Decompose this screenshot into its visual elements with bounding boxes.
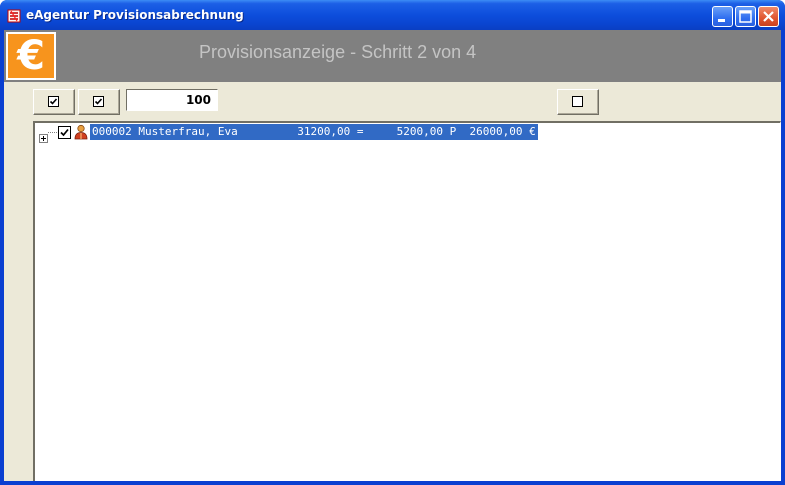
- toolbar: 100: [33, 85, 781, 119]
- checkbox-checked-icon: [48, 96, 59, 107]
- euro-logo: €: [6, 32, 56, 80]
- check-selected-button[interactable]: [78, 89, 120, 115]
- title-bar[interactable]: eAgentur Provisionsabrechnung: [0, 0, 785, 30]
- window-title: eAgentur Provisionsabrechnung: [26, 8, 244, 22]
- euro-icon: €: [17, 33, 45, 79]
- person-icon: [73, 124, 89, 140]
- maximize-button[interactable]: [735, 6, 756, 27]
- uncheck-all-button[interactable]: [557, 89, 599, 115]
- percent-input[interactable]: 100: [126, 89, 218, 111]
- checkbox-checked-icon: [93, 96, 104, 107]
- tree-row-label[interactable]: 000002 Musterfrau, Eva 31200,00 = 5200,0…: [90, 124, 538, 140]
- check-all-button[interactable]: [33, 89, 75, 115]
- tree-connector: [48, 132, 57, 133]
- checkbox-empty-icon: [572, 96, 583, 107]
- plus-expander-icon[interactable]: [39, 128, 48, 143]
- maximize-icon: [739, 10, 752, 23]
- minimize-icon: [718, 19, 725, 22]
- close-button[interactable]: [758, 6, 779, 27]
- app-calc-icon[interactable]: [7, 8, 21, 23]
- header-band: € Provisionsanzeige - Schritt 2 von 4: [4, 30, 781, 82]
- close-icon: [763, 11, 774, 22]
- step-title: Provisionsanzeige - Schritt 2 von 4: [199, 42, 477, 62]
- minimize-button[interactable]: [712, 6, 733, 27]
- app-window: eAgentur Provisionsabrechnung € Provisio…: [0, 0, 785, 485]
- row-checkbox[interactable]: [58, 126, 71, 139]
- left-gutter: [4, 82, 33, 481]
- commission-tree[interactable]: 000002 Musterfrau, Eva 31200,00 = 5200,0…: [33, 121, 781, 481]
- client-area: € Provisionsanzeige - Schritt 2 von 4 10…: [4, 30, 781, 481]
